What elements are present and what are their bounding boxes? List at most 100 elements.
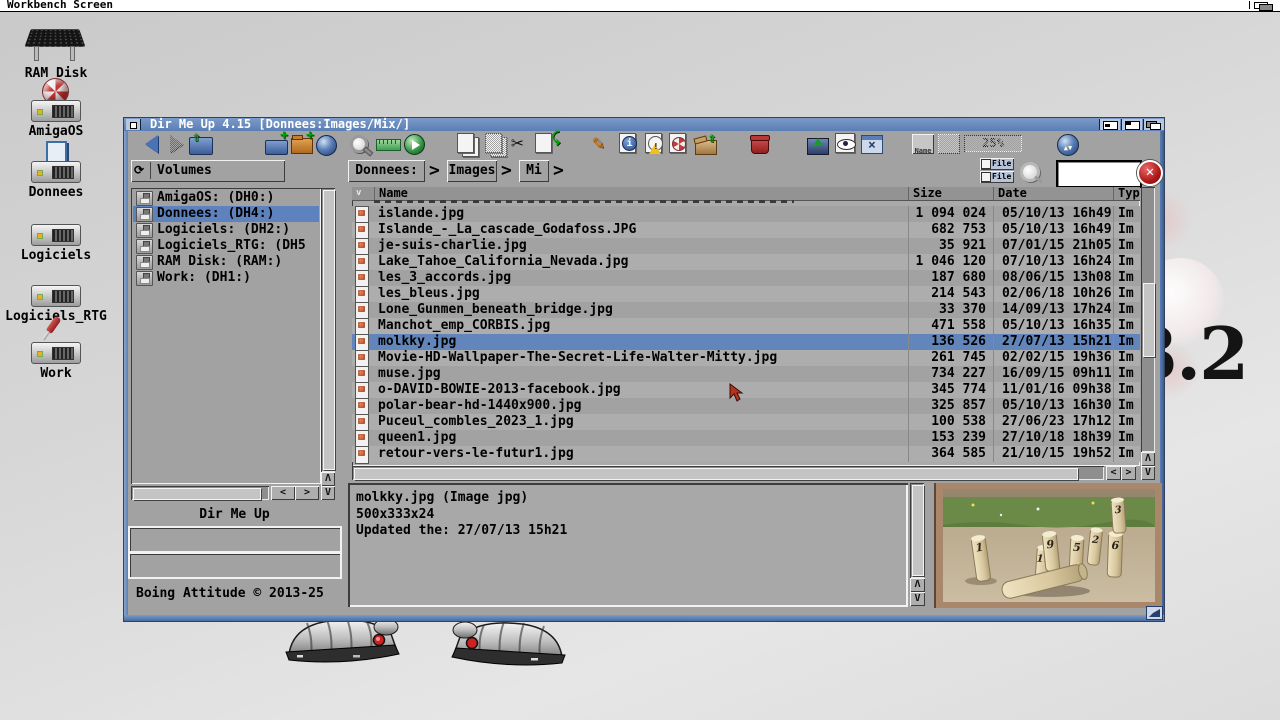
file-row[interactable]: o-DAVID-BOWIE-2013-facebook.jpg345 77411…	[352, 382, 1140, 398]
file-row[interactable]: Lone_Gunmen_beneath_bridge.jpg33 37014/0…	[352, 302, 1140, 318]
back-icon[interactable]	[136, 133, 160, 156]
file-list-vscrollbar[interactable]	[1141, 187, 1155, 452]
file-list-scroll-down-button[interactable]: V	[1141, 466, 1155, 480]
parent-drive-icon[interactable]: ⇧	[188, 133, 212, 156]
file-row[interactable]: polar-bear-hd-1440x900.jpg325 85705/10/1…	[352, 398, 1140, 414]
add-drive-icon[interactable]: +	[264, 133, 288, 156]
desktop-icon-ram-disk[interactable]: RAM Disk	[8, 24, 104, 81]
view-selector-cycle[interactable]: ⟳ Volumes	[131, 160, 285, 182]
info-icon[interactable]: i	[618, 133, 642, 156]
warning-icon[interactable]	[644, 133, 668, 156]
file-row[interactable]: Manchot_emp_CORBIS.jpg471 55805/10/13 16…	[352, 318, 1140, 334]
boing-sphere-icon[interactable]	[314, 133, 338, 156]
volume-item[interactable]: AmigaOS: (DH0:)	[133, 190, 319, 206]
desktop-icon-work[interactable]: Work	[8, 324, 104, 381]
file-row[interactable]: Puceul_combles_2023_1.jpg100 53827/06/23…	[352, 414, 1140, 430]
iconify-gadget-icon[interactable]	[1099, 119, 1120, 130]
forward-icon[interactable]	[162, 133, 186, 156]
cut-icon[interactable]: ✂	[510, 133, 534, 156]
screen-depth-gadget-icon[interactable]	[1249, 1, 1276, 9]
breadcrumb-separator: >	[501, 160, 512, 182]
volume-item[interactable]: Logiciels: (DH2:)	[133, 222, 319, 238]
volume-item[interactable]: RAM Disk: (RAM:)	[133, 254, 319, 270]
file-list-header[interactable]: v Name Size Date Typ	[352, 187, 1140, 201]
info-scroll-up-button[interactable]: Λ	[910, 578, 925, 592]
breadcrumb-donnees[interactable]: Donnees:	[348, 160, 425, 182]
file-info-panel: molkky.jpg (Image jpg) 500x333x24 Update…	[348, 483, 908, 607]
sort-field-button[interactable]: Name	[912, 134, 934, 154]
image-preview[interactable]: 1 11 9 5 2 6 3	[934, 483, 1162, 608]
file-row-selected[interactable]: molkky.jpg136 52627/07/13 15h21Im	[352, 334, 1140, 350]
file-row[interactable]: les_bleus.jpg214 54302/06/18 10h26Im	[352, 286, 1140, 302]
boing-document-icon[interactable]	[668, 133, 692, 156]
volumes-scroll-up-button[interactable]: Λ	[321, 472, 335, 486]
search-icon[interactable]	[348, 133, 372, 156]
trash-icon[interactable]	[748, 133, 772, 156]
depth-gadget-icon[interactable]	[1143, 119, 1164, 130]
search-input[interactable]	[1056, 160, 1142, 188]
file-list-scroll-right-button[interactable]: >	[1121, 466, 1136, 480]
svg-text:3: 3	[1114, 505, 1122, 516]
volumes-scroll-right-button[interactable]: >	[295, 486, 319, 500]
column-header-type[interactable]: Typ	[1113, 187, 1140, 200]
desktop-icon-donnees[interactable]: Donnees	[8, 143, 104, 200]
add-folder-icon[interactable]: +	[290, 133, 314, 156]
column-header-date[interactable]: Date	[993, 187, 1118, 200]
svg-text:5: 5	[1073, 541, 1081, 554]
image-file-icon	[355, 446, 369, 464]
volume-item-selected[interactable]: Donnees: (DH4:)	[133, 206, 319, 222]
volumes-scroll-down-button[interactable]: V	[321, 486, 335, 500]
file-list-hscrollbar[interactable]	[352, 466, 1104, 480]
copyright-label: Boing Attitude © 2013-25	[136, 586, 324, 601]
file-row[interactable]: Movie-HD-Wallpaper-The-Secret-Life-Walte…	[352, 350, 1140, 366]
info-panel-vscrollbar[interactable]	[910, 483, 924, 578]
file-list-scroll-up-button[interactable]: Λ	[1141, 452, 1155, 466]
file-row[interactable]: Lake_Tahoe_California_Nevada.jpg1 046 12…	[352, 254, 1140, 270]
preview-eye-icon[interactable]	[834, 133, 858, 156]
file-row[interactable]: islande.jpg1 094 02405/10/13 16h49Im	[352, 206, 1140, 222]
file-filter-toggle[interactable]: File File	[980, 158, 1014, 184]
edit-pencil-icon[interactable]: ✎	[592, 133, 616, 156]
volume-item[interactable]: Logiciels_RTG: (DH5	[133, 238, 319, 254]
file-row[interactable]: queen1.jpg153 23927/10/18 18h39Im	[352, 430, 1140, 446]
archive-upload-icon[interactable]	[806, 133, 830, 156]
window-border	[124, 615, 1164, 621]
close-window-icon[interactable]	[860, 133, 884, 156]
app-name-label: Dir Me Up	[131, 507, 338, 522]
info-scroll-down-button[interactable]: V	[910, 592, 925, 606]
file-row[interactable]: Islande_-_La_cascade_Godafoss.JPG682 753…	[352, 222, 1140, 238]
svg-text:6: 6	[1111, 539, 1119, 552]
column-header-name[interactable]: Name	[374, 187, 913, 200]
sort-direction-icon[interactable]: ▲▼	[1056, 133, 1080, 156]
disk-icon	[136, 223, 153, 238]
fit-button[interactable]	[938, 134, 960, 154]
extract-archive-icon[interactable]: ⇧	[694, 133, 718, 156]
volumes-hscrollbar[interactable]	[131, 486, 269, 500]
resize-gadget-icon[interactable]	[1146, 606, 1163, 620]
file-row[interactable]: je-suis-charlie.jpg35 92107/01/15 21h05I…	[352, 238, 1140, 254]
column-header-size[interactable]: Size	[908, 187, 998, 200]
file-list-scroll-left-button[interactable]: <	[1106, 466, 1121, 480]
volumes-vscrollbar[interactable]	[321, 188, 335, 472]
clear-search-button[interactable]: ✕	[1137, 160, 1163, 186]
desktop-icon-logiciels[interactable]: Logiciels	[8, 206, 104, 263]
copy-icon[interactable]	[456, 133, 480, 156]
close-gadget-icon[interactable]	[126, 119, 141, 130]
breadcrumb-images[interactable]: Images	[447, 160, 497, 182]
run-icon[interactable]	[402, 133, 426, 156]
move-icon[interactable]	[484, 133, 508, 156]
desktop-icon-amigaos[interactable]: AmigaOS	[8, 82, 104, 139]
volume-item[interactable]: Work: (DH1:)	[133, 270, 319, 286]
file-row[interactable]: retour-vers-le-futur1.jpg364 58521/10/15…	[352, 446, 1140, 462]
paste-icon[interactable]: ⤹	[534, 133, 558, 156]
zoom-gadget-icon[interactable]	[1121, 119, 1142, 130]
status-box	[128, 526, 342, 553]
volumes-scroll-left-button[interactable]: <	[271, 486, 295, 500]
select-ruler-icon[interactable]	[376, 133, 400, 156]
breadcrumb-mi[interactable]: Mi	[519, 160, 549, 182]
screen-titlebar[interactable]: Workbench Screen	[0, 0, 1280, 12]
file-row[interactable]: muse.jpg734 22716/09/15 09h11Im	[352, 366, 1140, 382]
svg-text:2: 2	[1090, 535, 1099, 547]
file-row[interactable]: les_3_accords.jpg187 68008/06/15 13h08Im	[352, 270, 1140, 286]
boing-mouse-graphic	[283, 614, 403, 666]
